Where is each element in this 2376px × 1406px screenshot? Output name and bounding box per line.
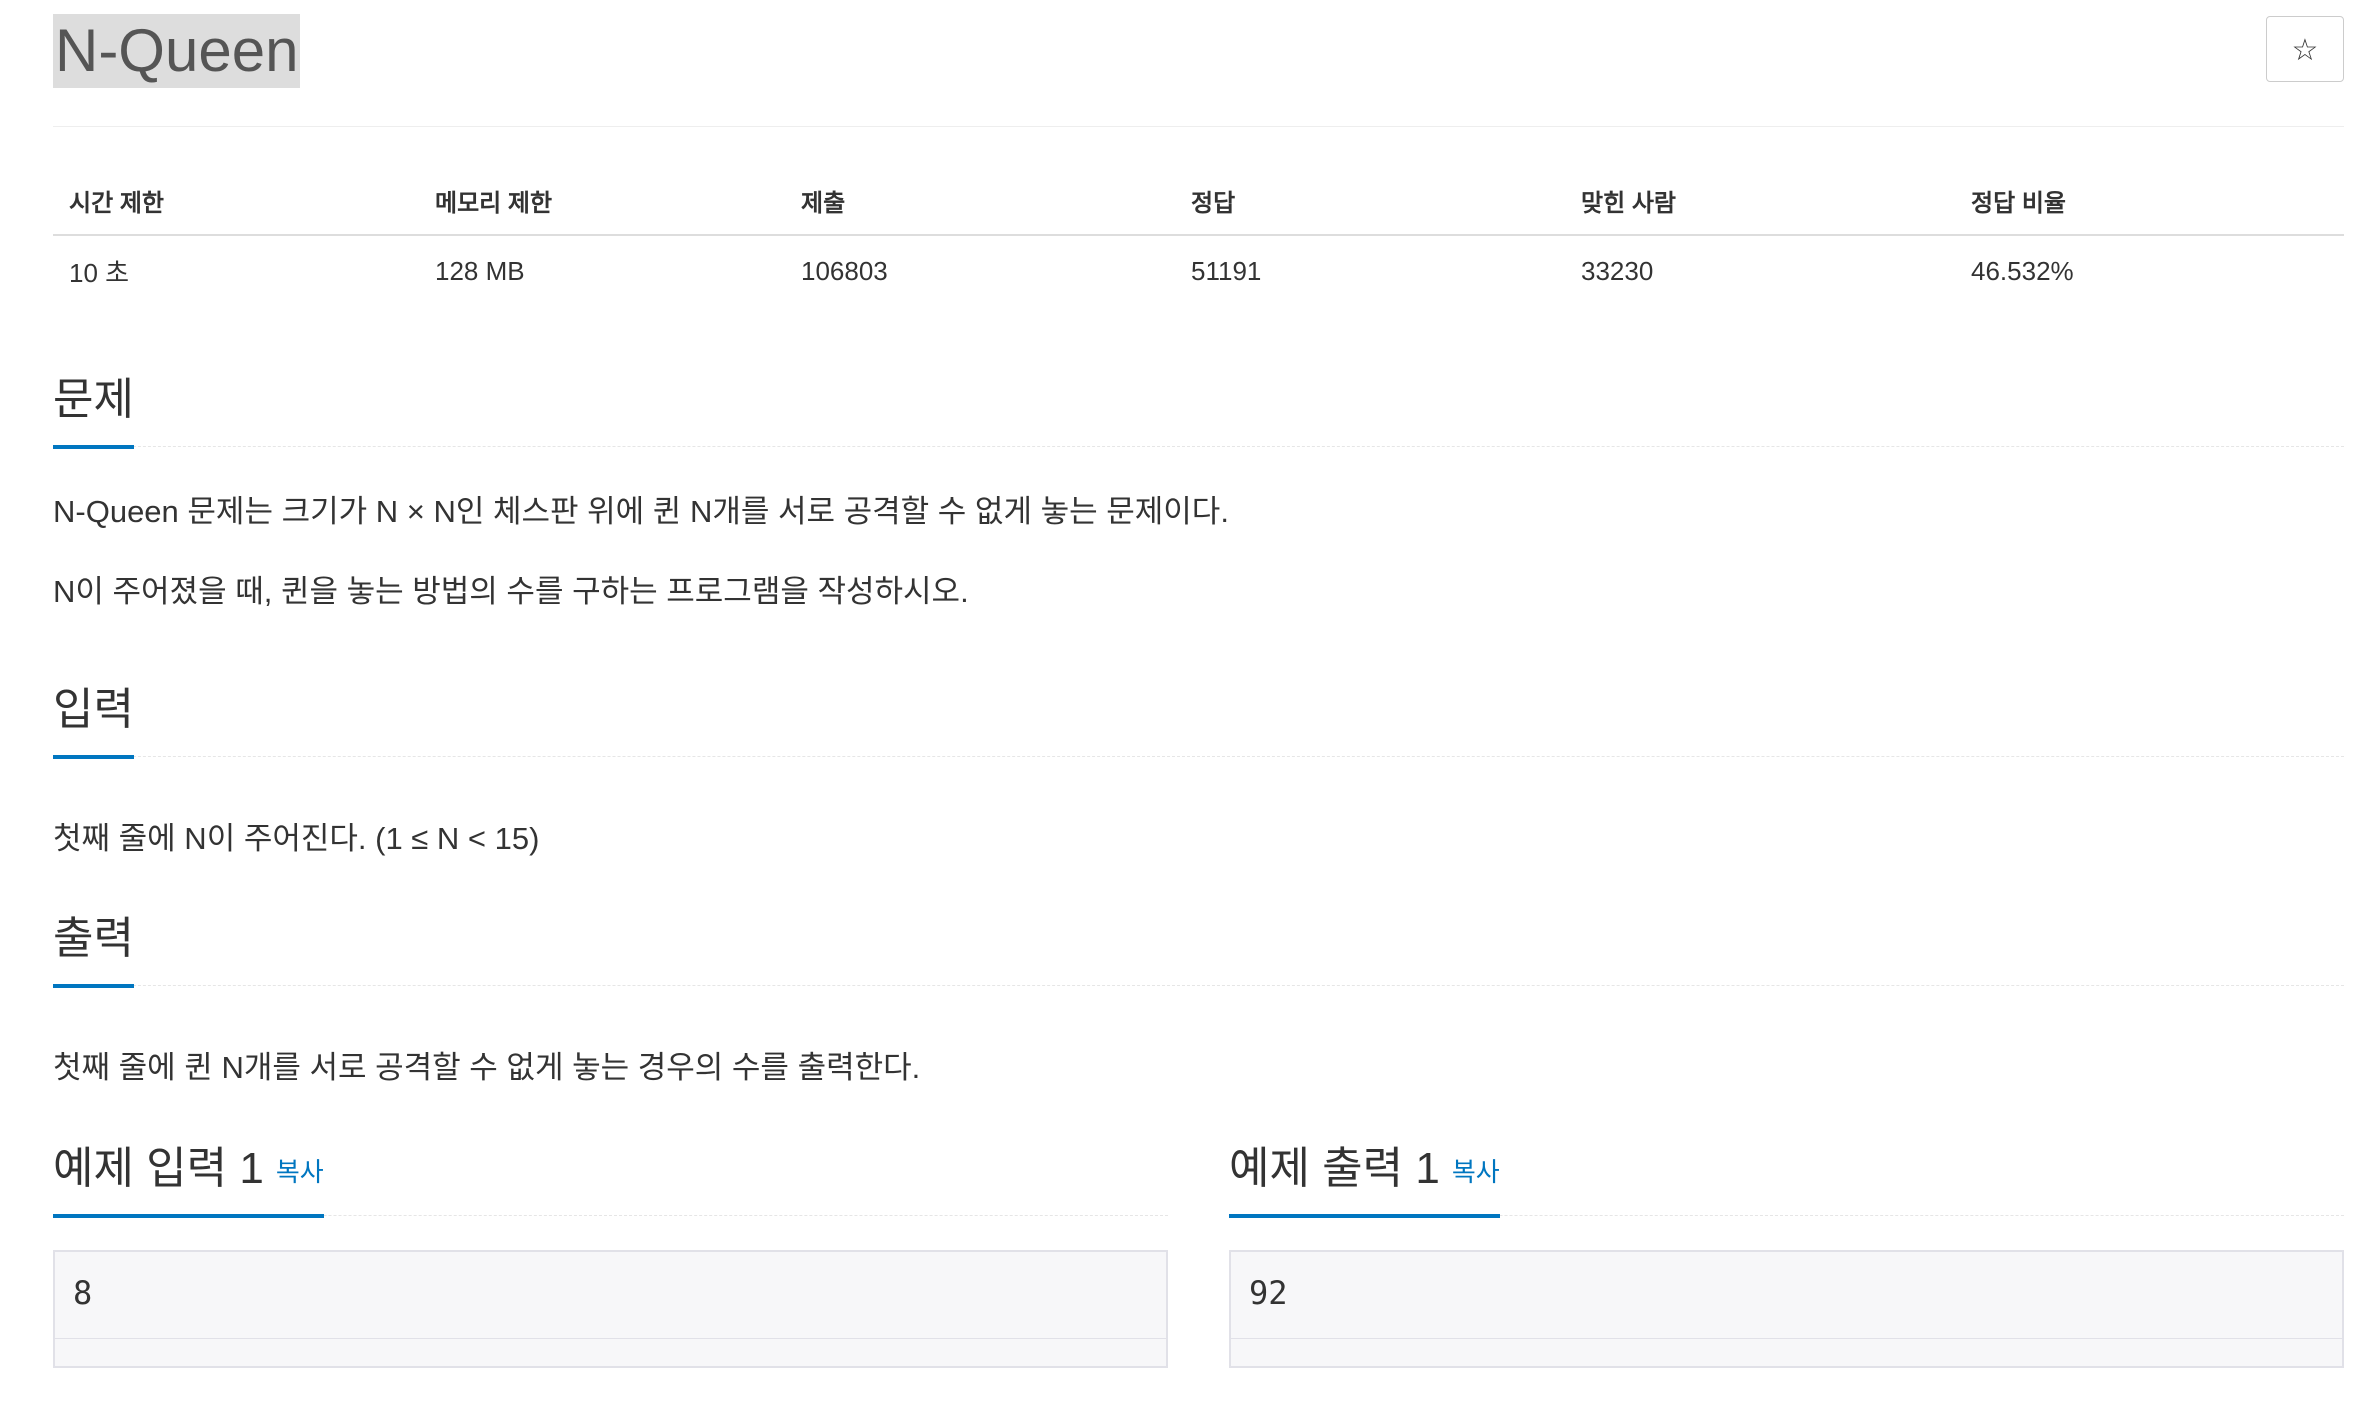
- output-head: 출력: [53, 903, 2344, 988]
- memory-limit-value: 128 MB: [435, 255, 525, 286]
- sample-input-content: 8: [73, 1274, 93, 1312]
- info-value-row: 10 초 128 MB 106803 51191 33230 46.532%: [53, 235, 2344, 306]
- input-head: 입력: [53, 674, 2344, 759]
- input-title: 입력: [53, 677, 134, 759]
- sample-input-title-text: 예제 입력 1: [53, 1144, 264, 1193]
- sample-output-box: 92: [1229, 1250, 2344, 1368]
- accepted-value: 51191: [1191, 255, 1262, 286]
- sample-output-panel: 예제 출력 1 복사 92: [1229, 1133, 2344, 1383]
- description-paragraph-2: N이 주어졌을 때, 퀸을 놓는 방법의 수를 구하는 프로그램을 작성하시오.: [53, 574, 969, 609]
- sample-output-divider: [1231, 1338, 2342, 1339]
- sample-input-divider: [55, 1338, 1166, 1339]
- accepted-header: 정답: [1175, 166, 1565, 236]
- accept-ratio-header: 정답 비율: [1955, 166, 2344, 236]
- sample-input-head: 예제 입력 1 복사: [53, 1133, 1168, 1218]
- accept-ratio-value: 46.532%: [1971, 255, 2074, 286]
- time-limit-header: 시간 제한: [53, 166, 419, 236]
- time-limit-value: 10 초: [69, 257, 130, 288]
- problem-title: N-Queen: [53, 14, 301, 88]
- star-button[interactable]: ☆: [2266, 16, 2344, 82]
- description-title: 문제: [53, 367, 134, 449]
- problem-page: N-Queen ☆ 시간 제한 메모리 제한 제출 정답 맞힌 사람 정답 비율…: [53, 0, 2344, 1368]
- solved-users-header: 맞힌 사람: [1565, 166, 1955, 236]
- sample-output-copy-link[interactable]: 복사: [1452, 1157, 1500, 1187]
- sample-input-box: 8: [53, 1250, 1168, 1368]
- problem-info-table: 시간 제한 메모리 제한 제출 정답 맞힌 사람 정답 비율 10 초 128 …: [53, 166, 2344, 306]
- input-section: 입력 첫째 줄에 N이 주어진다. (1 ≤ N < 15): [53, 674, 2344, 861]
- sample-output-title-text: 예제 출력 1: [1229, 1144, 1440, 1193]
- sample-output-title: 예제 출력 1 복사: [1229, 1136, 1500, 1218]
- submissions-header: 제출: [785, 166, 1175, 236]
- star-icon: ☆: [2291, 34, 2319, 67]
- solved-users-value: 33230: [1581, 255, 1654, 286]
- title-row: N-Queen ☆: [53, 0, 2344, 127]
- output-title: 출력: [53, 906, 134, 988]
- sample-input-panel: 예제 입력 1 복사 8: [53, 1133, 1168, 1383]
- submissions-value: 106803: [801, 255, 888, 286]
- description-paragraph-1: N-Queen 문제는 크기가 N × N인 체스판 위에 퀸 N개를 서로 공…: [53, 494, 1229, 529]
- sample-input-title: 예제 입력 1 복사: [53, 1136, 324, 1218]
- sample-output-head: 예제 출력 1 복사: [1229, 1133, 2344, 1218]
- sample-input-copy-link[interactable]: 복사: [276, 1157, 324, 1187]
- description-section: 문제 N-Queen 문제는 크기가 N × N인 체스판 위에 퀸 N개를 서…: [53, 364, 2344, 614]
- memory-limit-header: 메모리 제한: [419, 166, 785, 236]
- description-head: 문제: [53, 364, 2344, 449]
- sample-output-content: 92: [1249, 1274, 1288, 1312]
- output-text: 첫째 줄에 퀸 N개를 서로 공격할 수 없게 놓는 경우의 수를 출력한다.: [53, 1050, 921, 1085]
- info-header-row: 시간 제한 메모리 제한 제출 정답 맞힌 사람 정답 비율: [53, 166, 2344, 236]
- output-section: 출력 첫째 줄에 퀸 N개를 서로 공격할 수 없게 놓는 경우의 수를 출력한…: [53, 903, 2344, 1090]
- input-text: 첫째 줄에 N이 주어진다. (1 ≤ N < 15): [53, 821, 540, 856]
